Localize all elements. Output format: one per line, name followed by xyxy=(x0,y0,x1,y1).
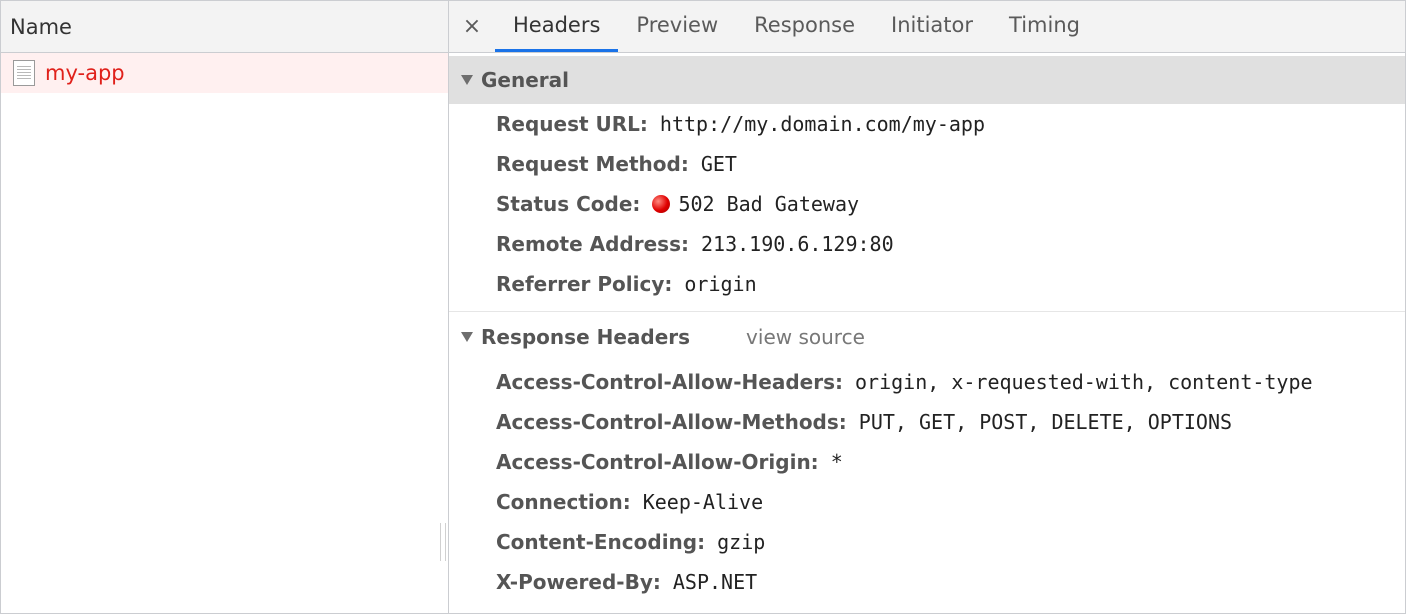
general-section-header[interactable]: General xyxy=(449,56,1405,104)
general-row-referrer-policy: Referrer Policy: origin xyxy=(496,264,1405,304)
header-value: http://my.domain.com/my-app xyxy=(659,112,986,136)
name-column-header[interactable]: Name xyxy=(1,1,448,53)
collapse-triangle-icon xyxy=(461,332,473,342)
header-key: X-Powered-By: xyxy=(496,570,661,594)
general-row-request-url: Request URL: http://my.domain.com/my-app xyxy=(496,104,1405,144)
tab-headers[interactable]: Headers xyxy=(495,1,619,52)
general-row-request-method: Request Method: GET xyxy=(496,144,1405,184)
header-key: Content-Encoding: xyxy=(496,530,706,554)
devtools-network-panel: Name my-app × Headers Preview Response I… xyxy=(0,0,1406,614)
request-details-pane: × Headers Preview Response Initiator Tim… xyxy=(449,1,1405,613)
tab-timing[interactable]: Timing xyxy=(991,1,1098,52)
header-value: Keep-Alive xyxy=(642,490,764,514)
header-value: origin xyxy=(684,272,757,296)
response-header-rows: Access-Control-Allow-Headers: origin, x-… xyxy=(449,362,1405,602)
header-key: Access-Control-Allow-Origin: xyxy=(496,450,819,474)
header-value: ASP.NET xyxy=(672,570,758,594)
header-value: 502 Bad Gateway xyxy=(678,192,860,216)
view-source-link[interactable]: view source xyxy=(746,325,865,349)
request-list-pane: Name my-app xyxy=(1,1,449,613)
tab-initiator[interactable]: Initiator xyxy=(873,1,991,52)
header-value: * xyxy=(830,450,843,474)
response-row-x-powered-by: X-Powered-By: ASP.NET xyxy=(496,562,1405,602)
header-value: PUT, GET, POST, DELETE, OPTIONS xyxy=(858,410,1233,434)
header-key: Referrer Policy: xyxy=(496,272,673,296)
header-key: Request URL: xyxy=(496,112,648,136)
header-key: Remote Address: xyxy=(496,232,689,256)
request-row-my-app[interactable]: my-app xyxy=(1,53,448,93)
request-name: my-app xyxy=(45,61,125,85)
header-value: origin, x-requested-with, content-type xyxy=(855,370,1313,394)
collapse-triangle-icon xyxy=(461,75,473,85)
header-value: gzip xyxy=(717,530,766,554)
header-key: Access-Control-Allow-Methods: xyxy=(496,410,847,434)
general-row-remote-address: Remote Address: 213.190.6.129:80 xyxy=(496,224,1405,264)
response-row-acao: Access-Control-Allow-Origin: * xyxy=(496,442,1405,482)
general-section-title: General xyxy=(481,68,569,92)
response-row-acah: Access-Control-Allow-Headers: origin, x-… xyxy=(496,362,1405,402)
status-error-dot-icon xyxy=(652,195,671,213)
header-value: GET xyxy=(700,152,737,176)
document-icon xyxy=(13,60,35,86)
general-rows: Request URL: http://my.domain.com/my-app… xyxy=(449,104,1405,304)
header-value: 213.190.6.129:80 xyxy=(700,232,894,256)
response-row-connection: Connection: Keep-Alive xyxy=(496,482,1405,522)
name-column-label: Name xyxy=(10,14,72,39)
header-key: Status Code: xyxy=(496,192,641,216)
response-row-acam: Access-Control-Allow-Methods: PUT, GET, … xyxy=(496,402,1405,442)
header-key: Request Method: xyxy=(496,152,689,176)
header-key: Connection: xyxy=(496,490,631,514)
tab-response[interactable]: Response xyxy=(736,1,873,52)
header-key: Access-Control-Allow-Headers: xyxy=(496,370,843,394)
tab-preview[interactable]: Preview xyxy=(618,1,736,52)
pane-resizer-handle[interactable] xyxy=(440,523,446,561)
response-headers-section-header[interactable]: Response Headers view source xyxy=(449,312,1405,362)
response-headers-title: Response Headers xyxy=(481,325,691,349)
response-row-content-encoding: Content-Encoding: gzip xyxy=(496,522,1405,562)
details-tab-bar: × Headers Preview Response Initiator Tim… xyxy=(449,1,1405,53)
close-icon[interactable]: × xyxy=(449,1,495,52)
general-row-status-code: Status Code: 502 Bad Gateway xyxy=(496,184,1405,224)
